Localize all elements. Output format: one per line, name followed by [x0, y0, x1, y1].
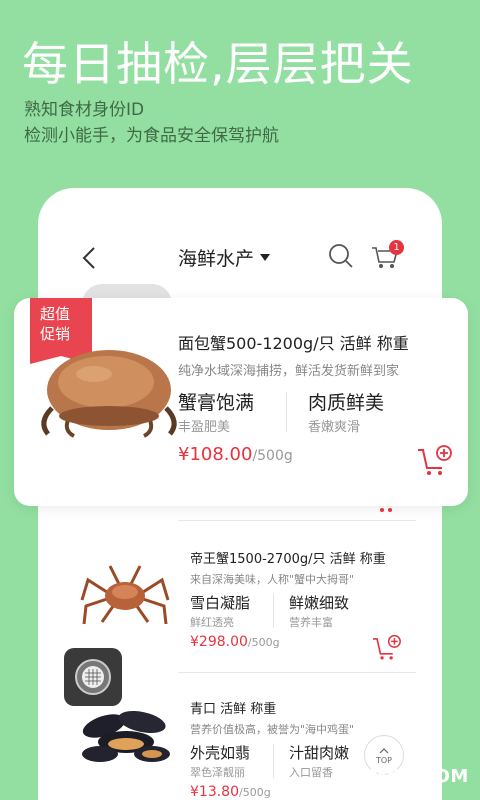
- feature-1-sub: 鲜红透亮: [190, 616, 234, 629]
- feature-1-sub: 翠色泽靓丽: [190, 766, 245, 779]
- feature-2-label: 肉质鲜美: [308, 392, 385, 414]
- add-to-cart-icon[interactable]: [371, 634, 403, 662]
- promo-headline: 每日抽检,层层把关: [22, 37, 414, 91]
- chevron-left-icon: [82, 247, 95, 269]
- product-description: 来自深海美味，人称"蟹中大拇哥": [190, 573, 355, 586]
- product-description: 营养价值极高，被誉为"海中鸡蛋": [190, 723, 355, 736]
- featured-product-card[interactable]: 超值促销 面包蟹500-1200g/只 活鲜 称重 纯净水域深海捕捞，鲜活发货新…: [14, 298, 468, 506]
- feature-1-label: 蟹膏饱满: [178, 392, 255, 414]
- product-price: ¥108.00/500g: [178, 444, 293, 465]
- more-dots-icon: [380, 508, 392, 512]
- caret-down-icon: [260, 254, 271, 261]
- product-price: ¥13.80/500g: [190, 784, 271, 800]
- search-button[interactable]: [328, 242, 354, 270]
- back-to-top-label: TOP: [375, 756, 392, 765]
- list-divider: [178, 672, 416, 673]
- cart-badge: 1: [389, 240, 404, 255]
- feature-1-label: 外壳如翡: [190, 744, 251, 762]
- category-title: 海鲜水产: [178, 248, 255, 270]
- feature-2-sub: 香嫩爽滑: [308, 420, 361, 435]
- feature-divider: [273, 744, 274, 778]
- bread-crab-image: [41, 350, 177, 438]
- feature-divider: [286, 392, 287, 432]
- feature-2-label: 鲜嫩细致: [289, 594, 350, 612]
- promo-subline-1: 熟知食材身份ID: [24, 100, 145, 120]
- product-price: ¥298.00/500g: [190, 634, 280, 650]
- promo-subline-2: 检测小能手，为食品安全保驾护航: [24, 126, 279, 146]
- product-title[interactable]: 面包蟹500-1200g/只 活鲜 称重: [178, 330, 409, 354]
- watermark: ITMOP.COM: [349, 766, 469, 787]
- mussels-image: [82, 711, 170, 762]
- feature-2-sub: 营养丰富: [289, 616, 333, 629]
- navbar: 海鲜水产 1: [38, 238, 442, 278]
- feature-2-sub: 入口留香: [289, 766, 333, 779]
- feature-divider: [273, 594, 274, 628]
- grid-icon: [75, 659, 111, 695]
- product-title[interactable]: 帝王蟹1500-2700g/只 活鲜 称重: [190, 548, 386, 567]
- product-title[interactable]: 青口 活鲜 称重: [190, 698, 276, 717]
- feature-2-label: 汁甜肉嫩: [289, 744, 350, 762]
- king-crab-image: [80, 565, 170, 625]
- product-description: 纯净水域深海捕捞，鲜活发货新鲜到家: [178, 364, 400, 379]
- list-divider: [178, 520, 416, 521]
- add-to-cart-icon[interactable]: [416, 444, 454, 478]
- category-dropdown[interactable]: 海鲜水产: [178, 244, 271, 271]
- chevron-up-icon: [379, 748, 389, 754]
- back-button[interactable]: [78, 244, 102, 272]
- feature-1-label: 雪白凝脂: [190, 594, 251, 612]
- feature-1-sub: 丰盈肥美: [178, 420, 231, 435]
- search-icon: [329, 244, 353, 268]
- cart-button[interactable]: 1: [370, 240, 404, 272]
- floating-app-shortcut[interactable]: [64, 648, 122, 706]
